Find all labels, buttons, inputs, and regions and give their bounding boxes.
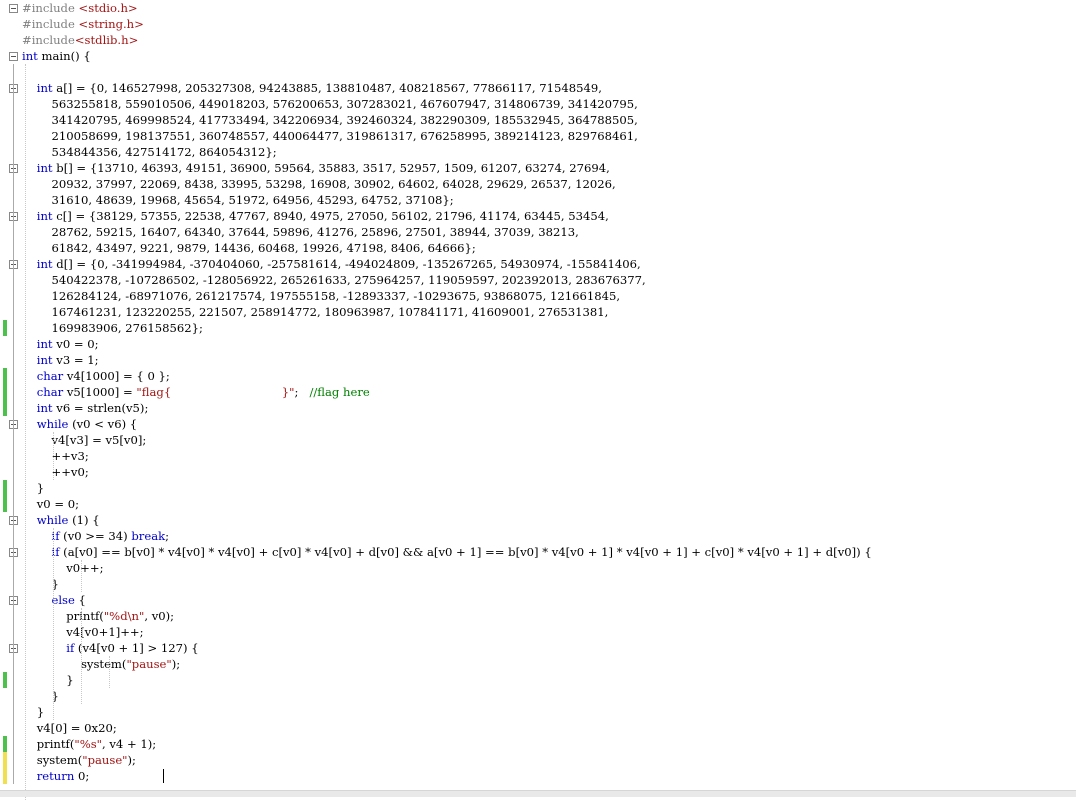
code-line[interactable]: while (1) { [22,512,100,528]
code-line[interactable]: int a[] = {0, 146527998, 205327308, 9424… [22,80,602,96]
code-line[interactable]: v4[v0+1]++; [22,624,143,640]
code-line[interactable]: 28762, 59215, 16407, 64340, 37644, 59896… [22,224,578,240]
change-marker [3,400,7,416]
code-line[interactable]: printf("%s", v4 + 1); [22,736,156,752]
code-line[interactable]: system("pause"); [22,656,180,672]
code-line[interactable]: int c[] = {38129, 57355, 22538, 47767, 8… [22,208,609,224]
code-line[interactable]: #include <stdio.h> [22,0,138,16]
fold-toggle-icon[interactable] [9,4,18,13]
code-line[interactable]: 167461231, 123220255, 221507, 258914772,… [22,304,608,320]
code-line[interactable]: system("pause"); [22,752,136,768]
change-marker [3,496,7,512]
change-marker [3,672,7,688]
code-line[interactable]: return 0; [22,768,90,784]
code-line[interactable]: 563255818, 559010506, 449018203, 5762006… [22,96,637,112]
indent-guide [53,432,54,480]
indent-guide [25,64,26,800]
code-line[interactable]: char v4[1000] = { 0 }; [22,368,170,384]
code-line[interactable]: v4[0] = 0x20; [22,720,117,736]
text-caret [163,769,164,783]
code-line[interactable]: int v3 = 1; [22,352,99,368]
change-marker [3,736,7,752]
code-line[interactable]: int v6 = strlen(v5); [22,400,149,416]
code-line[interactable]: if (v0 >= 34) break; [22,528,169,544]
code-line[interactable]: printf("%d\n", v0); [22,608,174,624]
code-line[interactable]: int b[] = {13710, 46393, 49151, 36900, 5… [22,160,610,176]
code-line[interactable]: 534844356, 427514172, 864054312}; [22,144,276,160]
indent-guide [109,656,110,688]
code-line[interactable]: v0 = 0; [22,496,79,512]
code-line[interactable]: int main() { [22,48,91,64]
code-line[interactable]: #include<stdlib.h> [22,32,138,48]
code-line[interactable]: if (a[v0] == b[v0] * v4[v0] * v4[v0] + c… [22,544,871,560]
code-line[interactable]: 126284124, -68971076, 261217574, 1975551… [22,288,620,304]
code-line[interactable]: int v0 = 0; [22,336,99,352]
change-marker [3,752,7,768]
code-line[interactable]: } [22,672,73,688]
code-line[interactable]: if (v4[v0 + 1] > 127) { [22,640,198,656]
fold-toggle-icon[interactable] [9,52,18,61]
change-marker [3,384,7,400]
code-line[interactable]: 341420795, 469998524, 417733494, 3422069… [22,112,637,128]
code-line[interactable]: 210058699, 198137551, 360748557, 4400644… [22,128,637,144]
change-marker [3,368,7,384]
change-marker [3,768,7,784]
indent-guide [81,608,82,704]
code-line[interactable]: 169983906, 276158562}; [22,320,202,336]
code-line[interactable]: ++v3; [22,448,88,464]
code-line[interactable]: #include <string.h> [22,16,144,32]
change-marker [3,480,7,496]
code-line[interactable]: 20932, 37997, 22069, 8438, 33995, 53298,… [22,176,615,192]
indent-guide [81,560,82,592]
code-line[interactable]: v0++; [22,560,103,576]
code-line[interactable]: 31610, 48639, 19968, 45654, 51972, 64956… [22,192,453,208]
code-editor[interactable]: #include <stdio.h> #include <string.h> #in… [0,0,1076,800]
change-marker [3,320,7,336]
code-line[interactable]: 540422378, -107286502, -128056922, 26526… [22,272,645,288]
code-line[interactable]: int d[] = {0, -341994984, -370404060, -2… [22,256,641,272]
code-line[interactable]: while (v0 < v6) { [22,416,137,432]
code-line[interactable]: char v5[1000] = "flag{ }"; //flag here [22,384,370,400]
indent-guide [53,528,54,720]
code-line[interactable]: ++v0; [22,464,88,480]
fold-range-line [13,64,14,784]
code-line[interactable]: 61842, 43497, 9221, 9879, 14436, 60468, … [22,240,475,256]
code-line[interactable]: v4[v3] = v5[v0]; [22,432,146,448]
